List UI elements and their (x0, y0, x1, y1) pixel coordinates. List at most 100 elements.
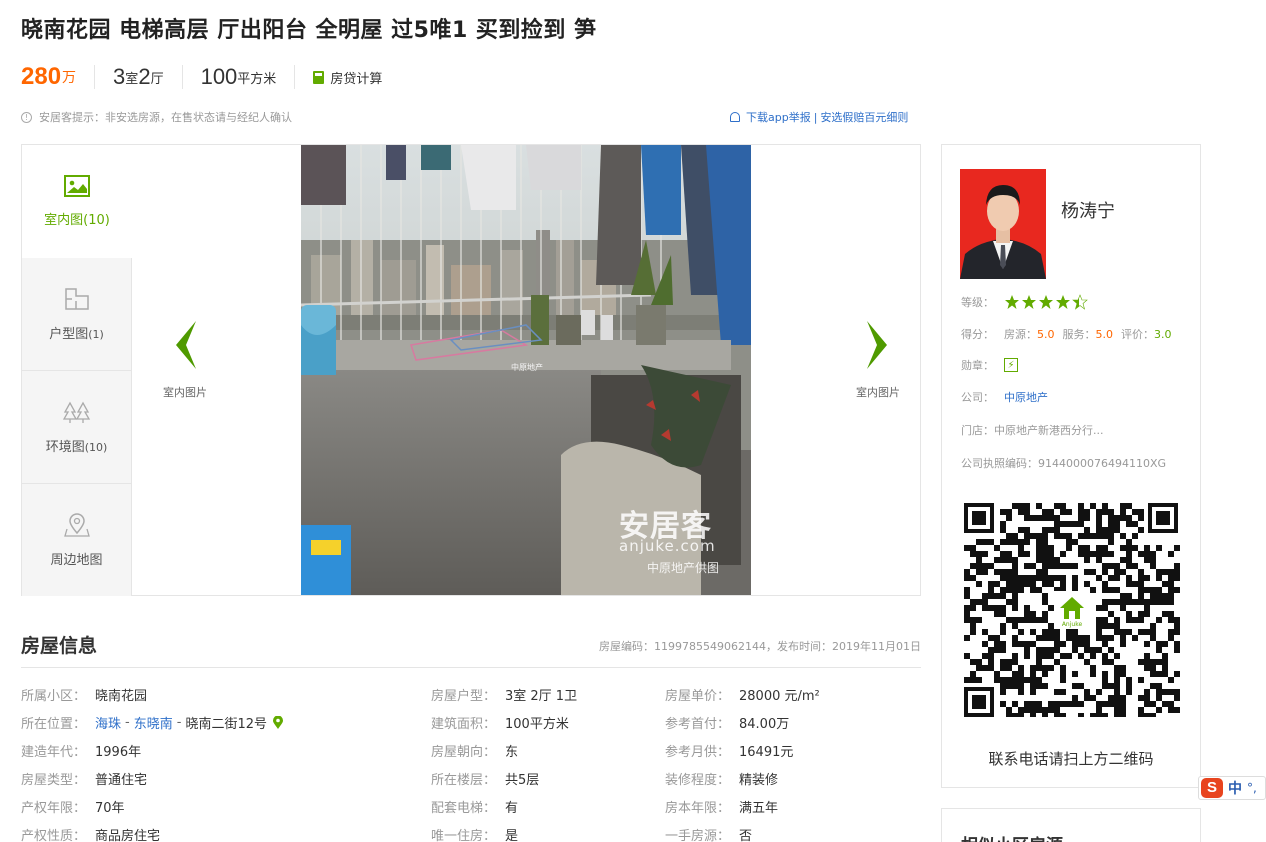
qr-module (1024, 509, 1030, 515)
qr-module (1000, 587, 1006, 593)
community-link[interactable]: 晓南花园 (95, 685, 147, 704)
agent-level: 等级： (961, 294, 1090, 310)
mortgage-calculator-label: 房贷计算 (330, 71, 383, 87)
qr-module (1156, 683, 1162, 689)
next-photo-button[interactable]: 室内图片 (848, 320, 908, 400)
qr-module (1108, 563, 1114, 569)
qr-module (1168, 599, 1174, 605)
qr-module (1096, 557, 1102, 563)
qr-module (1048, 557, 1054, 563)
qr-module (1012, 653, 1018, 659)
qr-module (1096, 713, 1102, 719)
price-unit: 万 (62, 70, 77, 86)
qr-module (970, 545, 976, 551)
qr-module (1078, 635, 1084, 641)
qr-module (1132, 599, 1138, 605)
area-link[interactable]: 东晓南 (134, 713, 173, 732)
qr-module (1012, 593, 1018, 599)
qr-module (976, 581, 982, 587)
main-photo[interactable]: 中原地产 安居客 anjuke.com 中原地产供图 (301, 145, 751, 595)
agent-name[interactable]: 杨涛宁 (1061, 197, 1115, 223)
qr-module (1126, 545, 1132, 551)
qr-module (1108, 521, 1114, 527)
district-link[interactable]: 海珠 (95, 713, 121, 732)
qr-module (1024, 539, 1030, 545)
qr-module (1174, 563, 1180, 569)
qr-module (1000, 629, 1006, 635)
qr-module (1042, 539, 1048, 545)
tab-indoor-photos[interactable]: 室内图 (10) (22, 145, 132, 258)
qr-module (1066, 521, 1072, 527)
qr-module (1120, 569, 1126, 575)
ime-mode[interactable]: 中 (1228, 778, 1242, 798)
download-app-report-link[interactable]: 下载app举报 (746, 109, 811, 125)
qr-module (1114, 707, 1120, 713)
qr-module (1048, 623, 1054, 629)
qr-module (1144, 575, 1150, 581)
qr-module (1060, 713, 1066, 719)
qr-module (1018, 581, 1024, 587)
qr-module (1018, 683, 1024, 689)
qr-module (1120, 557, 1126, 563)
qr-module (1090, 653, 1096, 659)
info-layout: 房屋户型： 3室 2厅 1卫 (431, 684, 577, 704)
qr-module (1006, 539, 1012, 545)
company-link[interactable]: 中原地产 (1004, 389, 1048, 405)
qr-module (1030, 677, 1036, 683)
qr-module (1006, 665, 1012, 671)
qr-module (976, 569, 982, 575)
qr-code[interactable]: Anjuke (964, 503, 1180, 719)
qr-module (1126, 677, 1132, 683)
score-label: 得分： (961, 328, 994, 341)
company-label: 公司： (961, 391, 994, 404)
qr-module (988, 653, 994, 659)
qr-module (1006, 713, 1012, 719)
qr-module (1000, 689, 1006, 695)
qr-module (1156, 587, 1162, 593)
qr-module (1000, 557, 1006, 563)
report-links: 下载app举报 | 安选假赔百元细则 (730, 109, 908, 125)
qr-module (1168, 635, 1174, 641)
qr-module (1084, 509, 1090, 515)
tab-nearby-map[interactable]: 周边地图 (22, 484, 132, 596)
ime-toolbar[interactable]: S 中 °, (1198, 776, 1266, 800)
store-name: 中原地产新港西分行... (994, 424, 1104, 437)
star-rating-icon (1005, 294, 1088, 310)
qr-module (1174, 629, 1180, 635)
qr-module (964, 587, 970, 593)
qr-module (1072, 521, 1078, 527)
mortgage-calculator-link[interactable]: 房贷计算 (313, 68, 382, 87)
qr-module (1048, 575, 1054, 581)
qr-module (1048, 527, 1054, 533)
qr-module (1090, 671, 1096, 677)
area-value: 100 (200, 64, 238, 89)
agent-store: 门店： 中原地产新港西分行... (961, 422, 1104, 438)
qr-module (1144, 599, 1150, 605)
prev-photo-button[interactable]: 室内图片 (155, 320, 215, 400)
qr-module (1024, 563, 1030, 569)
floorplan-icon (64, 287, 89, 310)
qr-module (1012, 575, 1018, 581)
qr-module (1102, 617, 1108, 623)
tab-floorplan[interactable]: 户型图 (1) (22, 258, 132, 371)
tab-label: 户型图 (49, 326, 89, 342)
qr-module (1102, 605, 1108, 611)
map-marker-icon[interactable] (272, 715, 283, 729)
qr-module (1042, 629, 1048, 635)
avatar[interactable] (960, 169, 1046, 279)
qr-module (1060, 503, 1066, 509)
qr-module (1084, 635, 1090, 641)
lightning-badge-icon[interactable]: ⚡ (1004, 358, 1018, 372)
guarantee-details-link[interactable]: 安选假赔百元细则 (820, 109, 908, 125)
chevron-right-icon (867, 321, 887, 369)
qr-module (994, 545, 1000, 551)
ime-punctuation[interactable]: °, (1247, 781, 1257, 795)
tab-environment[interactable]: 环境图 (10) (22, 371, 132, 484)
qr-module (1036, 653, 1042, 659)
qr-module (1132, 521, 1138, 527)
qr-module (1168, 587, 1174, 593)
qr-module (1120, 533, 1126, 539)
qr-module (1168, 575, 1174, 581)
qr-module (1168, 629, 1174, 635)
tab-count: (10) (83, 212, 110, 228)
